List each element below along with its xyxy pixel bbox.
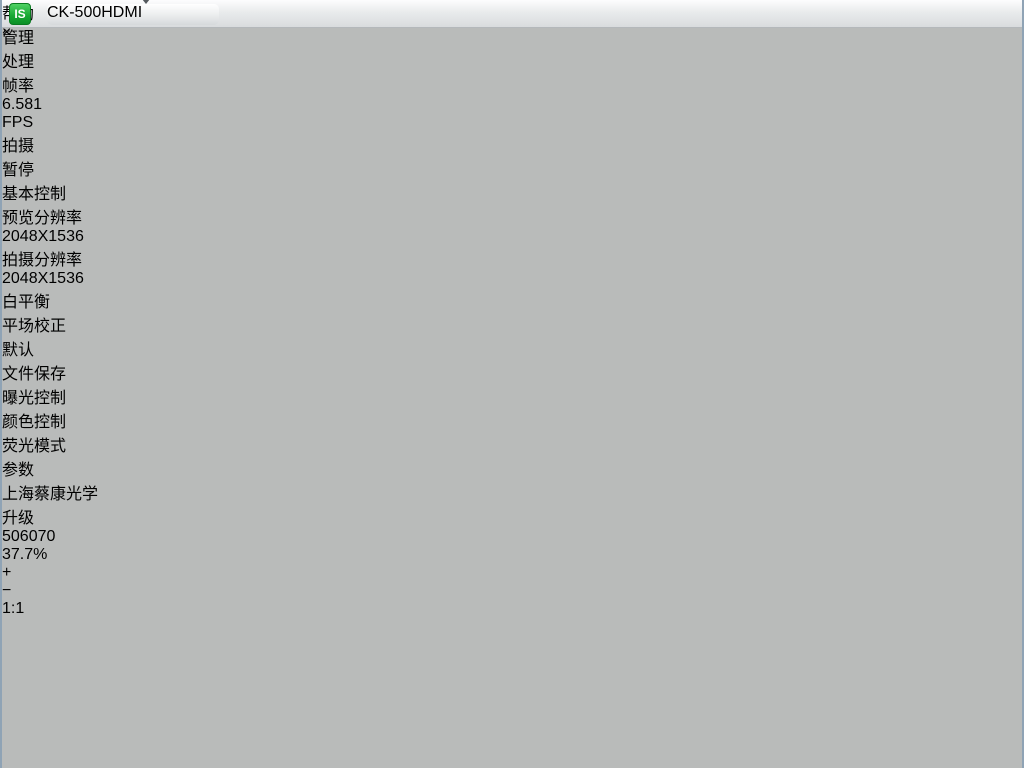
chevron-down-icon	[142, 0, 150, 21]
section-label: 曝光控制	[2, 390, 66, 407]
pause-button-label: 暂停	[2, 162, 34, 179]
capture-button-label: 拍摄	[2, 138, 34, 155]
capture-button[interactable]: 拍摄	[2, 132, 1022, 156]
zoom-percent-label: 37.7%	[2, 546, 47, 563]
frame-rate-value-field: 6.581	[2, 96, 1022, 114]
basic-control-group: 预览分辨率 2048X1536 拍摄分辨率 2048X1536 白平衡 平场校正	[2, 204, 1022, 360]
app-logo-icon: IS	[9, 3, 31, 25]
basic-control-title: 基本控制	[2, 186, 66, 203]
ruler-number: 50	[2, 528, 20, 545]
default-button[interactable]: 默认	[2, 336, 1022, 360]
section-parameters[interactable]: 参数	[2, 456, 1022, 480]
section-fluorescence-mode[interactable]: 荧光模式	[2, 432, 1022, 456]
actual-size-button[interactable]: 1:1	[2, 600, 1022, 618]
flat-field-button[interactable]: 平场校正	[2, 312, 1022, 336]
frame-rate-label: 帧率	[2, 78, 34, 95]
device-selector-arrow-button[interactable]	[142, 0, 150, 21]
capture-panel: 帧率 6.581 FPS 拍摄 暂停 基本控制 预览分辨率 2048X1536	[2, 72, 1022, 528]
zoom-in-button[interactable]: +	[2, 564, 1022, 582]
undo-button[interactable]	[2, 618, 1022, 768]
frame-rate-group: 帧率 6.581 FPS 拍摄 暂停	[2, 72, 1022, 180]
section-exposure-control[interactable]: 曝光控制	[2, 384, 1022, 408]
capture-resolution-dropdown[interactable]: 2048X1536	[2, 270, 1022, 288]
section-file-save[interactable]: 文件保存	[2, 360, 1022, 384]
ruler-labels: 506070	[2, 528, 1022, 546]
window-controls: ×	[2, 24, 1024, 42]
preview-resolution-value: 2048X1536	[2, 228, 84, 245]
actual-size-icon: 1:1	[2, 600, 24, 617]
section-color-control[interactable]: 颜色控制	[2, 408, 1022, 432]
section-label: 颜色控制	[2, 414, 66, 431]
frame-rate-unit-label: FPS	[2, 114, 33, 131]
brand-name: 上海蔡康光学	[2, 486, 98, 503]
app-window: IS CK-500HDMI 帮助 × 拍摄 管理 处理 帧率 6.581 FPS…	[0, 0, 1024, 768]
tab-process[interactable]: 处理	[2, 48, 1022, 72]
ruler-number: 60	[20, 528, 38, 545]
zoom-out-button[interactable]: −	[2, 582, 1022, 600]
section-label: 文件保存	[2, 366, 66, 383]
white-balance-button[interactable]: 白平衡	[2, 288, 1022, 312]
capture-resolution-value: 2048X1536	[2, 270, 84, 287]
undo-icon	[2, 618, 1022, 768]
capture-resolution-label: 拍摄分辨率	[2, 252, 82, 269]
preview-resolution-label: 预览分辨率	[2, 210, 82, 227]
close-button[interactable]: ×	[2, 24, 11, 41]
device-selector-value: CK-500HDMI	[47, 4, 142, 21]
microscope-live-view[interactable]: 506070	[2, 528, 1022, 546]
ruler-number: 70	[38, 528, 56, 545]
titlebar: IS CK-500HDMI 帮助 ×	[2, 0, 1024, 28]
section-label: 荧光模式	[2, 438, 66, 455]
zoom-out-icon: −	[2, 582, 11, 599]
device-selector-dropdown[interactable]: CK-500HDMI	[47, 4, 219, 25]
view-toolbar: 37.7% + − 1:1	[2, 546, 1022, 768]
pause-button[interactable]: 暂停	[2, 156, 1022, 180]
basic-control-header[interactable]: 基本控制	[2, 180, 1022, 204]
section-label: 参数	[2, 462, 34, 479]
zoom-in-icon: +	[2, 564, 11, 581]
upgrade-button[interactable]: 升级	[2, 504, 1022, 528]
preview-resolution-dropdown[interactable]: 2048X1536	[2, 228, 1022, 246]
viewer-area: 506070	[2, 528, 1022, 546]
